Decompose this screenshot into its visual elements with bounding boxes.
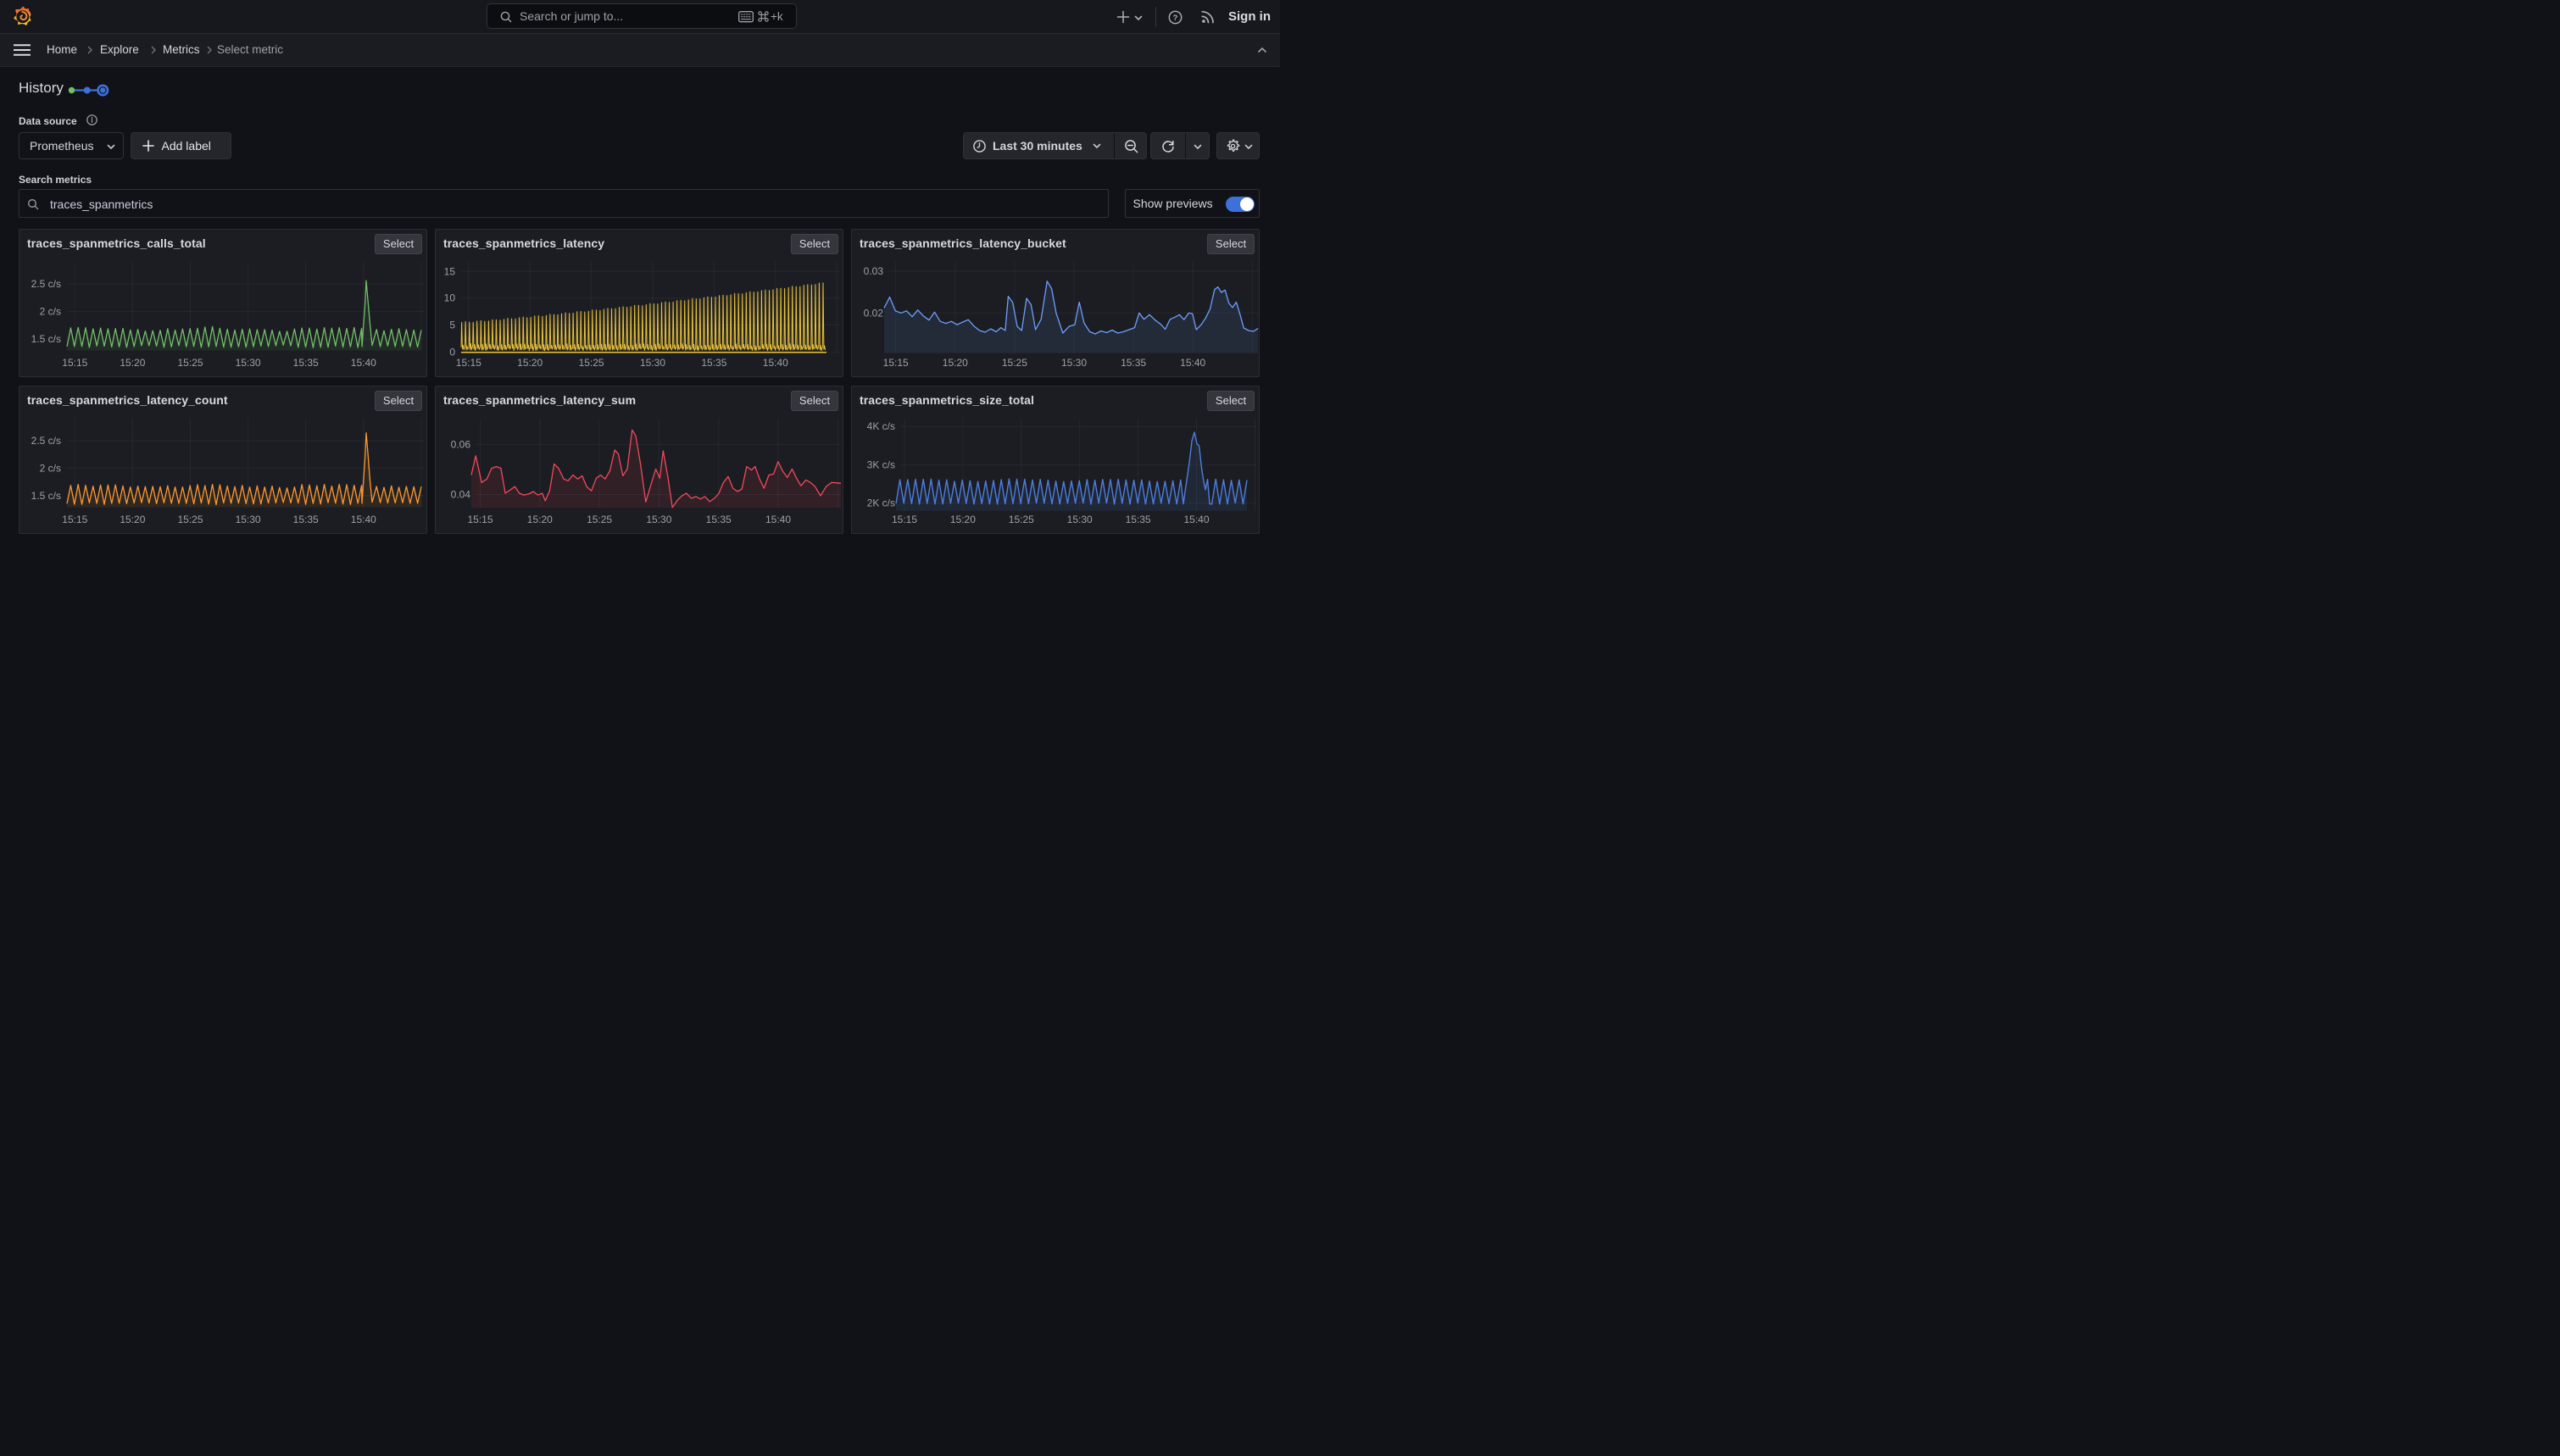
svg-text:15:15: 15:15 <box>467 514 493 525</box>
svg-text:15:35: 15:35 <box>1121 357 1146 369</box>
svg-text:15:30: 15:30 <box>236 514 261 525</box>
svg-text:2K c/s: 2K c/s <box>867 497 895 509</box>
svg-text:15:20: 15:20 <box>943 357 968 369</box>
svg-text:15:20: 15:20 <box>950 514 976 525</box>
svg-text:15:30: 15:30 <box>1061 357 1087 369</box>
svg-text:15:15: 15:15 <box>62 514 87 525</box>
svg-text:2 c/s: 2 c/s <box>40 305 61 317</box>
svg-text:2.5 c/s: 2.5 c/s <box>31 435 61 447</box>
svg-text:15:25: 15:25 <box>1002 357 1027 369</box>
svg-text:15:25: 15:25 <box>177 514 203 525</box>
svg-text:15:35: 15:35 <box>701 357 726 369</box>
svg-text:0.06: 0.06 <box>451 439 471 451</box>
svg-text:15:15: 15:15 <box>456 357 481 369</box>
svg-text:15:35: 15:35 <box>293 357 319 369</box>
svg-text:10: 10 <box>444 292 456 304</box>
svg-text:15:25: 15:25 <box>177 357 203 369</box>
svg-text:15:35: 15:35 <box>1126 514 1151 525</box>
svg-text:0: 0 <box>449 347 455 358</box>
svg-text:15:40: 15:40 <box>1183 514 1209 525</box>
svg-text:15:35: 15:35 <box>293 514 319 525</box>
svg-text:15:15: 15:15 <box>892 514 917 525</box>
svg-text:2 c/s: 2 c/s <box>40 462 61 474</box>
svg-text:15:25: 15:25 <box>1009 514 1034 525</box>
svg-text:15:40: 15:40 <box>351 357 376 369</box>
svg-text:15:40: 15:40 <box>351 514 376 525</box>
svg-text:15:20: 15:20 <box>120 514 145 525</box>
svg-text:15:20: 15:20 <box>527 514 553 525</box>
svg-text:4K c/s: 4K c/s <box>867 420 895 432</box>
svg-text:15:20: 15:20 <box>120 357 145 369</box>
svg-text:1.5 c/s: 1.5 c/s <box>31 333 61 345</box>
svg-text:15:15: 15:15 <box>62 357 87 369</box>
svg-text:0.03: 0.03 <box>864 265 884 277</box>
svg-text:2.5 c/s: 2.5 c/s <box>31 278 61 290</box>
svg-text:15:30: 15:30 <box>646 514 671 525</box>
svg-text:5: 5 <box>449 319 455 331</box>
svg-text:15:30: 15:30 <box>1067 514 1093 525</box>
svg-text:15:20: 15:20 <box>517 357 543 369</box>
svg-text:1.5 c/s: 1.5 c/s <box>31 490 61 502</box>
svg-text:15:40: 15:40 <box>763 357 788 369</box>
svg-text:15:40: 15:40 <box>1180 357 1205 369</box>
svg-text:15:30: 15:30 <box>236 357 261 369</box>
svg-text:0.04: 0.04 <box>451 489 471 501</box>
svg-text:0.02: 0.02 <box>864 307 884 319</box>
svg-text:15:25: 15:25 <box>587 514 612 525</box>
svg-text:15: 15 <box>444 265 456 277</box>
svg-text:15:35: 15:35 <box>706 514 732 525</box>
svg-text:15:40: 15:40 <box>765 514 791 525</box>
svg-text:3K c/s: 3K c/s <box>867 458 895 470</box>
svg-text:15:15: 15:15 <box>883 357 909 369</box>
svg-text:15:30: 15:30 <box>640 357 665 369</box>
svg-text:15:25: 15:25 <box>579 357 604 369</box>
